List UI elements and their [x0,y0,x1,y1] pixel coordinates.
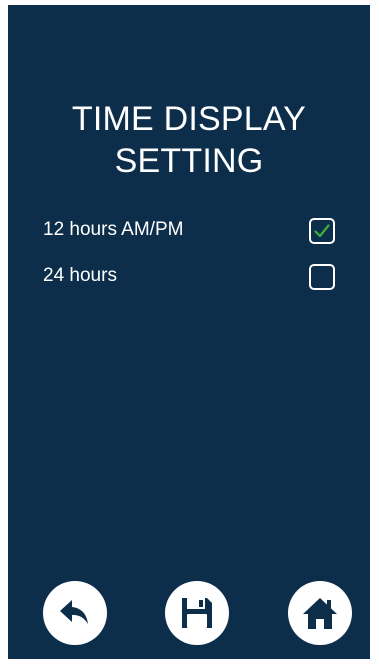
back-icon [60,600,88,624]
checkbox-12-hours[interactable] [309,218,335,244]
option-12-hours-label: 12 hours AM/PM [43,219,184,240]
option-24-hours[interactable]: 24 hours [8,261,370,291]
option-24-hours-label: 24 hours [43,265,117,286]
save-icon [182,598,212,628]
save-button[interactable] [165,581,229,645]
page-title-line-2: SETTING [114,142,264,180]
home-button[interactable] [288,581,352,645]
checkbox-24-hours[interactable] [309,264,335,290]
checkmark-icon [314,224,330,238]
page-title-line-1: TIME DISPLAY [71,100,307,138]
back-button[interactable] [43,581,107,645]
option-12-hours[interactable]: 12 hours AM/PM [8,215,370,245]
settings-screen: TIME DISPLAY SETTING 12 hours AM/PM 24 h… [8,5,370,659]
page-title: TIME DISPLAY SETTING [8,98,370,182]
home-icon [303,598,337,629]
